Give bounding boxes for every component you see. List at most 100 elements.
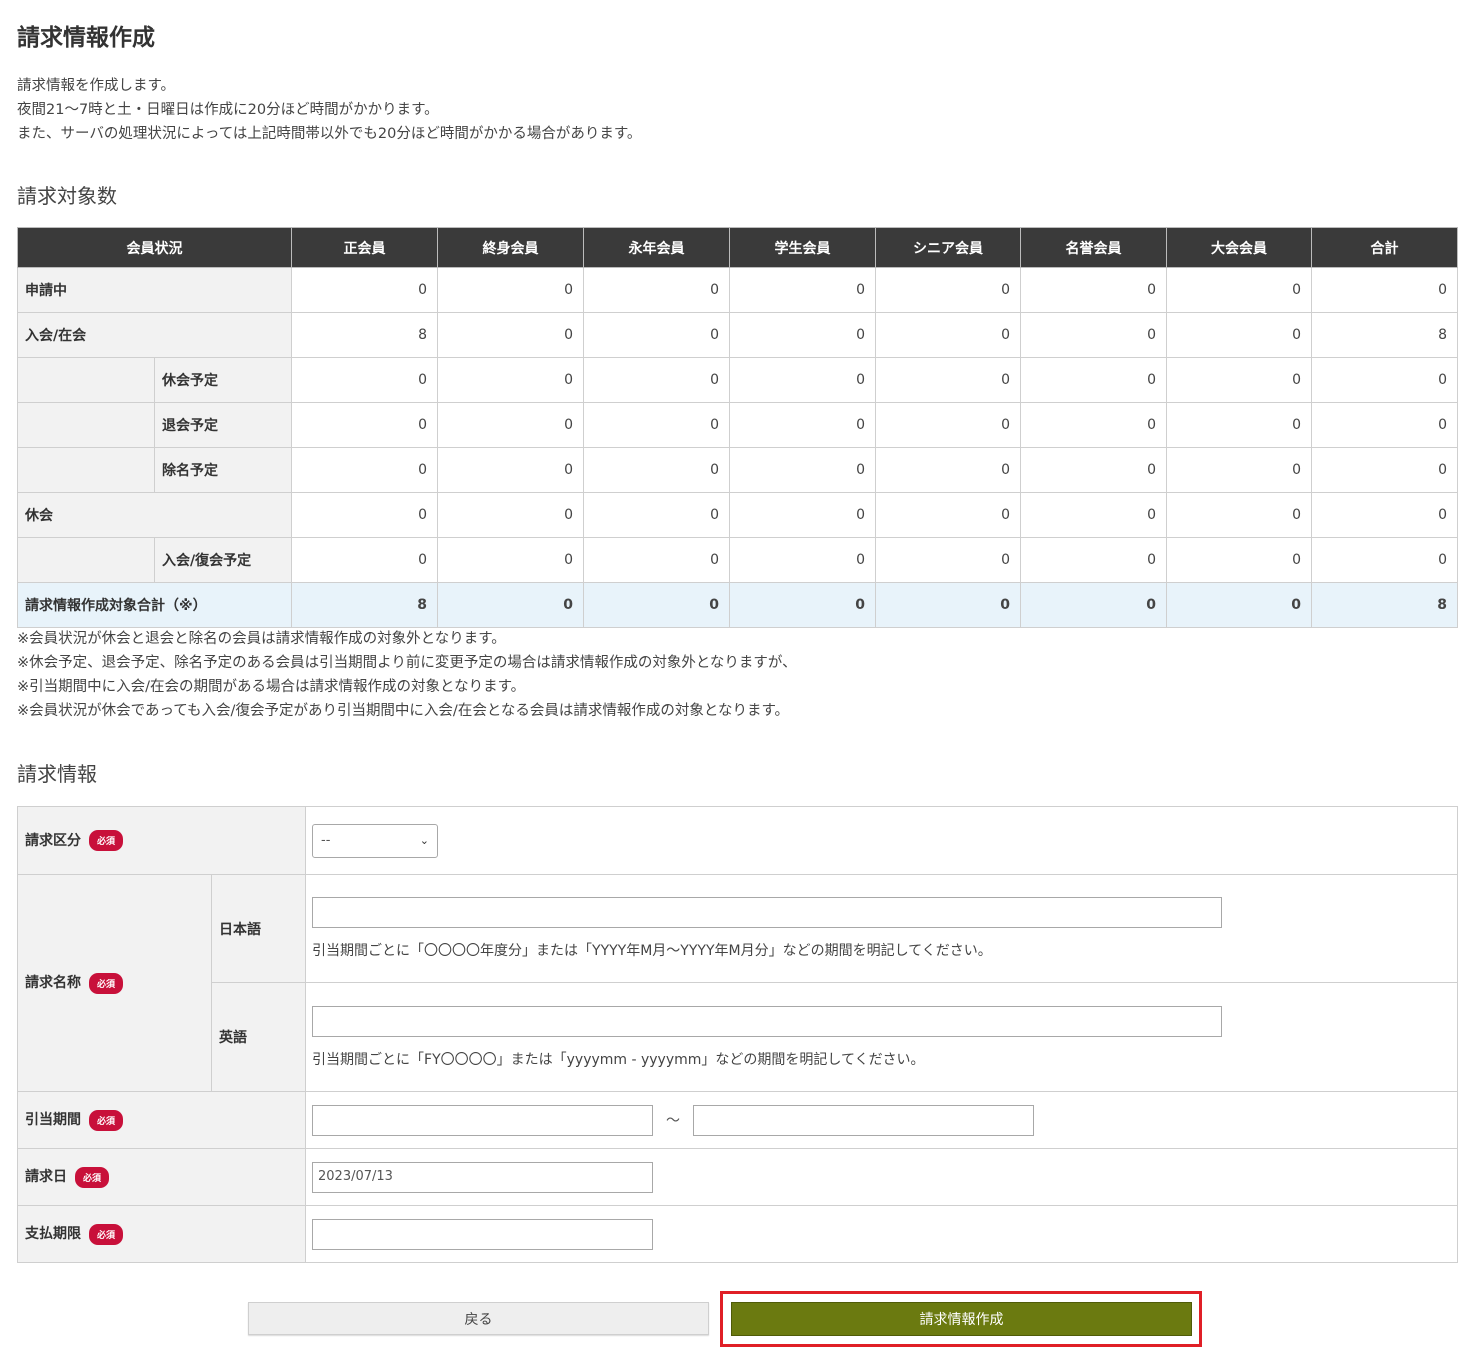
count-cell: 0 — [1020, 582, 1167, 628]
intro-text: 請求情報を作成します。 夜間21～7時と土・日曜日は作成に20分ほど時間がかかり… — [17, 74, 641, 146]
table-row: 申請中 0 0 0 0 0 0 0 0 — [17, 267, 1458, 313]
indent-cell — [17, 537, 155, 583]
count-cell: 8 — [291, 582, 438, 628]
count-cell: 0 — [1020, 402, 1167, 448]
billing-name-label-cell: 請求名称 必須 — [17, 874, 212, 1092]
count-cell: 0 — [1311, 492, 1458, 538]
back-button[interactable]: 戻る — [248, 1302, 709, 1335]
billing-date-cell: 2023/07/13 — [305, 1148, 1459, 1206]
billing-name-ja-help: 引当期間ごとに「〇〇〇〇年度分」または「YYYY年M月～YYYY年M月分」などの… — [312, 943, 992, 959]
count-cell: 0 — [729, 537, 876, 583]
member-count-table: 会員状況 正会員 終身会員 永年会員 学生会員 シニア会員 名誉会員 大会会員 … — [17, 227, 1458, 628]
row-label: 休会 — [17, 492, 292, 538]
count-cell: 0 — [437, 402, 584, 448]
period-label: 引当期間 — [25, 1112, 81, 1129]
billing-date-input[interactable]: 2023/07/13 — [312, 1161, 654, 1193]
billing-type-cell: -- ⌄ — [305, 806, 1459, 875]
count-cell: 0 — [1166, 582, 1312, 628]
intro-line: 夜間21～7時と土・日曜日は作成に20分ほど時間がかかります。 — [17, 102, 439, 118]
total-row: 請求情報作成対象合計（※） 8 0 0 0 0 0 0 8 — [17, 582, 1458, 628]
table-row: 除名予定 0 0 0 0 0 0 0 0 — [17, 447, 1458, 493]
count-cell: 0 — [1166, 267, 1312, 313]
count-cell: 0 — [1311, 447, 1458, 493]
count-cell: 0 — [875, 357, 1021, 403]
count-cell: 0 — [1166, 402, 1312, 448]
count-notes: ※会員状況が休会と退会と除名の会員は請求情報作成の対象外となります。 ※休会予定… — [17, 627, 797, 723]
count-cell: 0 — [875, 492, 1021, 538]
count-cell: 0 — [291, 492, 438, 538]
count-cell: 0 — [1166, 357, 1312, 403]
count-cell: 0 — [1311, 402, 1458, 448]
table-row: 入会/在会 8 0 0 0 0 0 0 8 — [17, 312, 1458, 358]
billing-type-select[interactable]: -- ⌄ — [312, 823, 439, 858]
count-cell: 0 — [437, 267, 584, 313]
count-cell: 0 — [583, 492, 730, 538]
count-cell: 0 — [1020, 357, 1167, 403]
count-cell: 0 — [1166, 537, 1312, 583]
header-cell: 会員状況 — [17, 227, 292, 268]
header-cell: 終身会員 — [437, 227, 584, 268]
count-cell: 0 — [1020, 312, 1167, 358]
count-cell: 0 — [583, 537, 730, 583]
billing-type-row: 請求区分 必須 -- ⌄ — [16, 806, 1459, 875]
intro-line: また、サーバの処理状況によっては上記時間帯以外でも20分ほど時間がかかる場合があ… — [17, 126, 642, 142]
count-cell: 0 — [583, 582, 730, 628]
note-line: ※引当期間中に入会/在会の期間がある場合は請求情報作成の対象となります。 — [17, 679, 526, 695]
due-date-row: 支払期限 必須 — [16, 1205, 1459, 1263]
row-label: 請求情報作成対象合計（※） — [17, 582, 292, 628]
chevron-down-icon: ⌄ — [419, 834, 430, 847]
count-cell: 0 — [437, 537, 584, 583]
count-cell: 0 — [729, 312, 876, 358]
count-cell: 0 — [1311, 357, 1458, 403]
count-cell: 8 — [1311, 582, 1458, 628]
billing-name-label: 請求名称 — [25, 975, 81, 992]
period-cell: ～ — [305, 1091, 1459, 1149]
due-date-input[interactable] — [312, 1218, 654, 1250]
count-cell: 0 — [875, 582, 1021, 628]
count-cell: 0 — [1020, 492, 1167, 538]
count-cell: 0 — [1166, 447, 1312, 493]
header-cell: 学生会員 — [729, 227, 876, 268]
billing-name-ja-input[interactable] — [312, 897, 1223, 928]
row-label: 申請中 — [17, 267, 292, 313]
billing-name-en-cell: 引当期間ごとに「FY〇〇〇〇」または「yyyymm - yyyymm」などの期間… — [305, 982, 1459, 1092]
row-label: 退会予定 — [154, 402, 292, 448]
table-row: 休会 0 0 0 0 0 0 0 0 — [17, 492, 1458, 538]
billing-type-label: 請求区分 — [25, 832, 81, 849]
japanese-label: 日本語 — [210, 874, 307, 983]
count-cell: 0 — [875, 267, 1021, 313]
count-cell: 0 — [291, 267, 438, 313]
row-label: 入会/復会予定 — [154, 537, 292, 583]
count-cell: 0 — [437, 357, 584, 403]
english-label: 英語 — [210, 982, 307, 1092]
billing-date-label-cell: 請求日 必須 — [16, 1148, 307, 1206]
create-billing-button[interactable]: 請求情報作成 — [731, 1302, 1192, 1336]
count-cell: 0 — [1311, 267, 1458, 313]
note-line: ※会員状況が休会であっても入会/復会予定があり引当期間中に入会/在会となる会員は… — [17, 703, 790, 719]
count-cell: 0 — [1020, 537, 1167, 583]
indent-cell — [17, 357, 155, 403]
count-cell: 0 — [583, 447, 730, 493]
required-badge: 必須 — [89, 972, 124, 994]
required-badge: 必須 — [89, 1109, 124, 1131]
count-cell: 0 — [875, 537, 1021, 583]
period-to-input[interactable] — [693, 1104, 1035, 1136]
row-label: 除名予定 — [154, 447, 292, 493]
count-cell: 0 — [437, 582, 584, 628]
billing-name-en-input[interactable] — [312, 1005, 1223, 1037]
count-cell: 0 — [1166, 312, 1312, 358]
header-cell: 合計 — [1311, 227, 1458, 268]
count-cell: 0 — [437, 447, 584, 493]
period-from-input[interactable] — [312, 1104, 654, 1136]
count-cell: 8 — [291, 312, 438, 358]
count-cell: 0 — [583, 267, 730, 313]
table-row: 休会予定 0 0 0 0 0 0 0 0 — [17, 357, 1458, 403]
note-line: ※会員状況が休会と退会と除名の会員は請求情報作成の対象外となります。 — [17, 631, 506, 647]
count-cell: 0 — [437, 312, 584, 358]
count-cell: 0 — [291, 447, 438, 493]
count-cell: 0 — [729, 402, 876, 448]
count-cell: 0 — [729, 582, 876, 628]
due-date-label-cell: 支払期限 必須 — [16, 1205, 307, 1263]
required-badge: 必須 — [89, 1223, 124, 1245]
due-date-cell — [305, 1205, 1459, 1263]
